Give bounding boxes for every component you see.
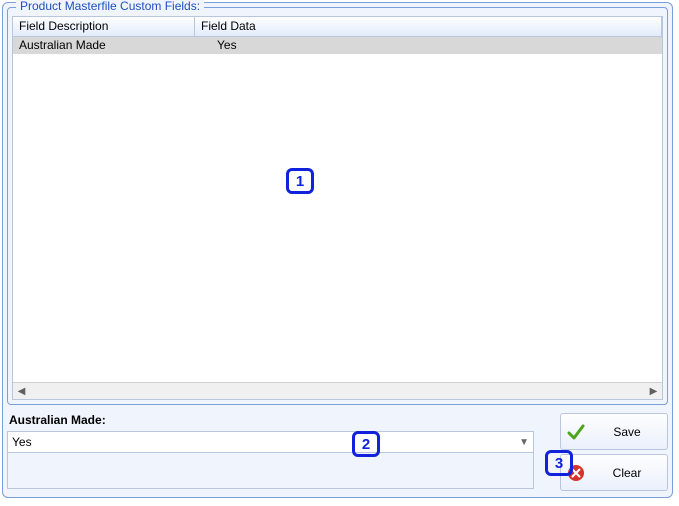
button-group: Save Clear (560, 413, 668, 495)
save-button-label: Save (597, 425, 657, 439)
window-frame: Product Masterfile Custom Fields: Field … (2, 2, 673, 498)
field-label: Australian Made: (9, 413, 106, 427)
grid-body[interactable]: Australian Made Yes (13, 37, 662, 382)
custom-fields-grid[interactable]: Field Description Field Data Australian … (12, 16, 663, 400)
clear-button[interactable]: Clear (560, 454, 668, 491)
cell-description: Australian Made (13, 37, 195, 54)
edit-area: Australian Made: Yes ▼ Save Clear (7, 413, 668, 493)
column-header-description[interactable]: Field Description (13, 17, 195, 36)
custom-fields-panel: Product Masterfile Custom Fields: Field … (7, 7, 668, 405)
cell-data: Yes (195, 37, 662, 54)
check-icon (567, 423, 585, 441)
scroll-right-icon[interactable]: ▶ (645, 383, 662, 400)
chevron-down-icon: ▼ (519, 437, 529, 448)
table-row[interactable]: Australian Made Yes (13, 37, 662, 54)
clear-button-label: Clear (597, 466, 657, 480)
horizontal-scrollbar[interactable]: ◀ ▶ (13, 382, 662, 399)
grid-header: Field Description Field Data (13, 17, 662, 37)
dropdown-value: Yes (12, 435, 32, 449)
column-header-data[interactable]: Field Data (195, 17, 662, 36)
editor-blank-area (7, 453, 534, 489)
field-value-dropdown[interactable]: Yes ▼ (7, 431, 534, 453)
panel-title: Product Masterfile Custom Fields: (16, 0, 204, 13)
close-circle-icon (567, 464, 585, 482)
scroll-left-icon[interactable]: ◀ (13, 383, 30, 400)
save-button[interactable]: Save (560, 413, 668, 450)
